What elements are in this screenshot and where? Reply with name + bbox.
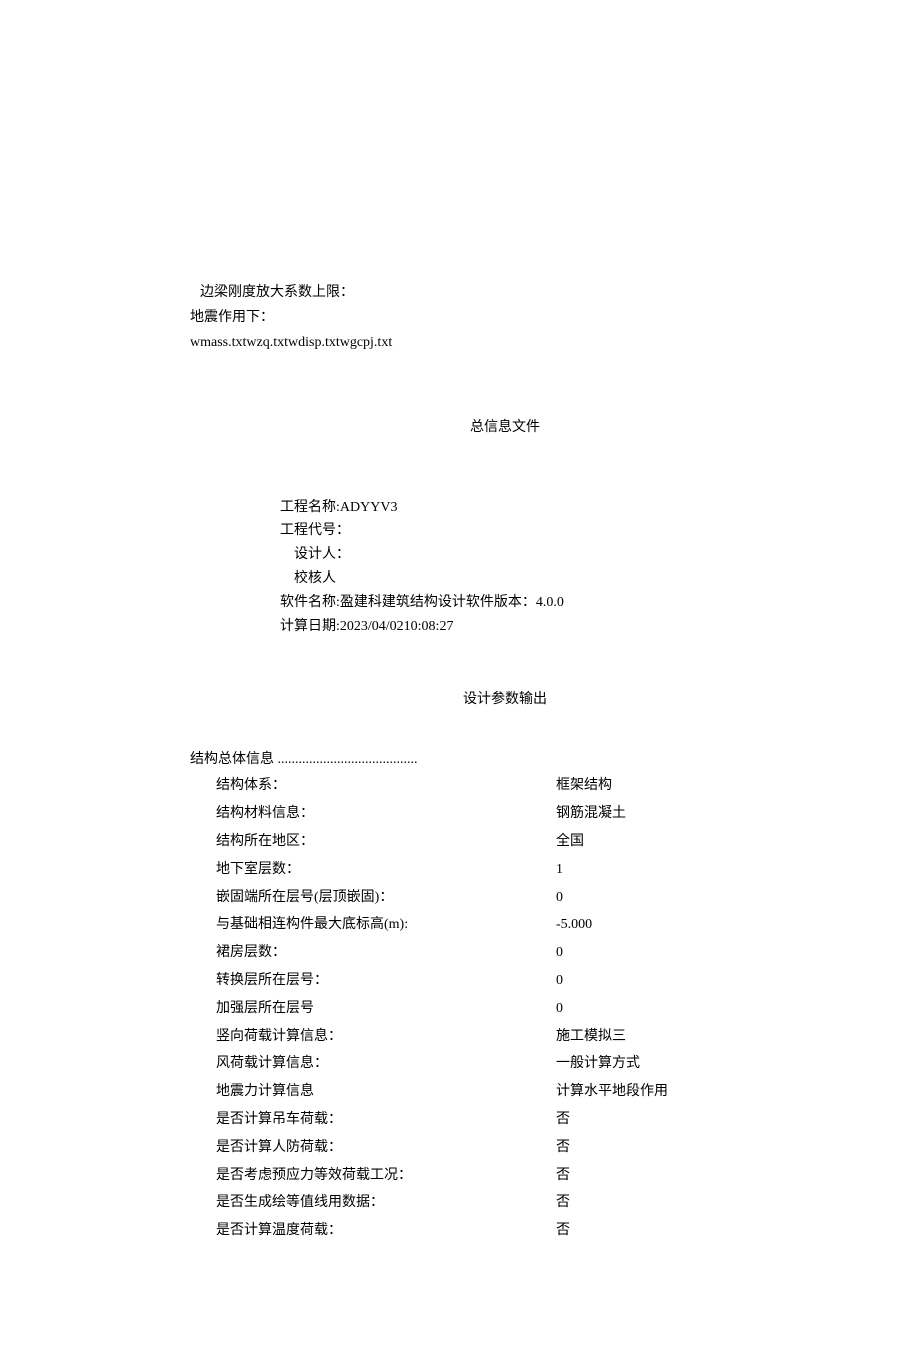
param-value: 否 xyxy=(556,1189,820,1217)
param-label: 结构体系： xyxy=(190,772,556,800)
checker-row: 校核人 xyxy=(280,567,820,591)
table-row: 是否生成绘等值线用数据：否 xyxy=(190,1189,820,1217)
param-label: 与基础相连构件最大底标高(m): xyxy=(190,911,556,939)
table-row: 是否考虑预应力等效荷载工况：否 xyxy=(190,1162,820,1190)
params-tbody: 结构体系：框架结构 结构材料信息：钢筋混凝土 结构所在地区：全国 地下室层数：1… xyxy=(190,772,820,1245)
param-label: 竖向荷载计算信息： xyxy=(190,1023,556,1051)
param-value: 全国 xyxy=(556,828,820,856)
project-name-label: 工程名称: xyxy=(280,500,340,515)
table-row: 裙房层数：0 xyxy=(190,939,820,967)
document-page: 边梁刚度放大系数上限： 地震作用下： wmass.txtwzq.txtwdisp… xyxy=(0,0,920,1345)
param-value: 0 xyxy=(556,939,820,967)
param-value: 钢筋混凝土 xyxy=(556,800,820,828)
param-value: 框架结构 xyxy=(556,772,820,800)
date-row: 计算日期:2023/04/0210:08:27 xyxy=(280,615,820,639)
table-row: 嵌固端所在层号(层顶嵌固)：0 xyxy=(190,884,820,912)
table-row: 风荷载计算信息：一般计算方式 xyxy=(190,1050,820,1078)
param-label: 是否生成绘等值线用数据： xyxy=(190,1189,556,1217)
table-row: 结构材料信息：钢筋混凝土 xyxy=(190,800,820,828)
param-value: 一般计算方式 xyxy=(556,1050,820,1078)
table-row: 是否计算温度荷载：否 xyxy=(190,1217,820,1245)
param-value: 否 xyxy=(556,1162,820,1190)
project-info-block: 工程名称:ADYYV3 工程代号： 设计人： 校核人 软件名称:盈建科建筑结构设… xyxy=(190,496,820,639)
date-label: 计算日期: xyxy=(280,619,340,634)
project-code-row: 工程代号： xyxy=(280,519,820,543)
param-value: 施工模拟三 xyxy=(556,1023,820,1051)
table-row: 结构所在地区：全国 xyxy=(190,828,820,856)
table-row: 地下室层数：1 xyxy=(190,856,820,884)
param-label: 是否计算温度荷载： xyxy=(190,1217,556,1245)
table-row: 是否计算吊车荷载：否 xyxy=(190,1106,820,1134)
title-general-info: 总信息文件 xyxy=(190,416,820,436)
project-name-value: ADYYV3 xyxy=(340,500,398,515)
param-label: 风荷载计算信息： xyxy=(190,1050,556,1078)
params-table: 结构体系：框架结构 结构材料信息：钢筋混凝土 结构所在地区：全国 地下室层数：1… xyxy=(190,772,820,1245)
param-label: 加强层所在层号 xyxy=(190,995,556,1023)
param-value: 0 xyxy=(556,995,820,1023)
table-row: 加强层所在层号0 xyxy=(190,995,820,1023)
param-value: 否 xyxy=(556,1106,820,1134)
header-line-1: 边梁刚度放大系数上限： xyxy=(190,280,820,305)
param-value: 0 xyxy=(556,884,820,912)
project-name-row: 工程名称:ADYYV3 xyxy=(280,496,820,520)
param-label: 是否计算人防荷载： xyxy=(190,1134,556,1162)
param-label: 转换层所在层号： xyxy=(190,967,556,995)
param-label: 结构材料信息： xyxy=(190,800,556,828)
section-header-label: 结构总体信息 xyxy=(190,752,418,767)
param-value: 否 xyxy=(556,1134,820,1162)
param-label: 是否计算吊车荷载： xyxy=(190,1106,556,1134)
table-row: 转换层所在层号：0 xyxy=(190,967,820,995)
software-value: 盈建科建筑结构设计软件版本：4.0.0 xyxy=(340,595,564,610)
software-row: 软件名称:盈建科建筑结构设计软件版本：4.0.0 xyxy=(280,591,820,615)
param-value: 计算水平地段作用 xyxy=(556,1078,820,1106)
table-row: 地震力计算信息计算水平地段作用 xyxy=(190,1078,820,1106)
param-label: 结构所在地区： xyxy=(190,828,556,856)
table-row: 结构体系：框架结构 xyxy=(190,772,820,800)
table-row: 竖向荷载计算信息：施工模拟三 xyxy=(190,1023,820,1051)
header-block: 边梁刚度放大系数上限： 地震作用下： wmass.txtwzq.txtwdisp… xyxy=(190,280,820,356)
param-label: 裙房层数： xyxy=(190,939,556,967)
param-label: 嵌固端所在层号(层顶嵌固)： xyxy=(190,884,556,912)
date-value: 2023/04/0210:08:27 xyxy=(340,619,454,634)
table-row: 是否计算人防荷载：否 xyxy=(190,1134,820,1162)
header-line-3: wmass.txtwzq.txtwdisp.txtwgcpj.txt xyxy=(190,330,820,355)
table-row: 与基础相连构件最大底标高(m):-5.000 xyxy=(190,911,820,939)
section-header-structure-info: 结构总体信息 xyxy=(190,748,820,768)
designer-row: 设计人： xyxy=(280,543,820,567)
param-value: -5.000 xyxy=(556,911,820,939)
header-line-2: 地震作用下： xyxy=(190,305,820,330)
param-label: 是否考虑预应力等效荷载工况： xyxy=(190,1162,556,1190)
param-value: 否 xyxy=(556,1217,820,1245)
param-value: 1 xyxy=(556,856,820,884)
title-design-params: 设计参数输出 xyxy=(190,688,820,708)
param-value: 0 xyxy=(556,967,820,995)
param-label: 地震力计算信息 xyxy=(190,1078,556,1106)
software-label: 软件名称: xyxy=(280,595,340,610)
param-label: 地下室层数： xyxy=(190,856,556,884)
